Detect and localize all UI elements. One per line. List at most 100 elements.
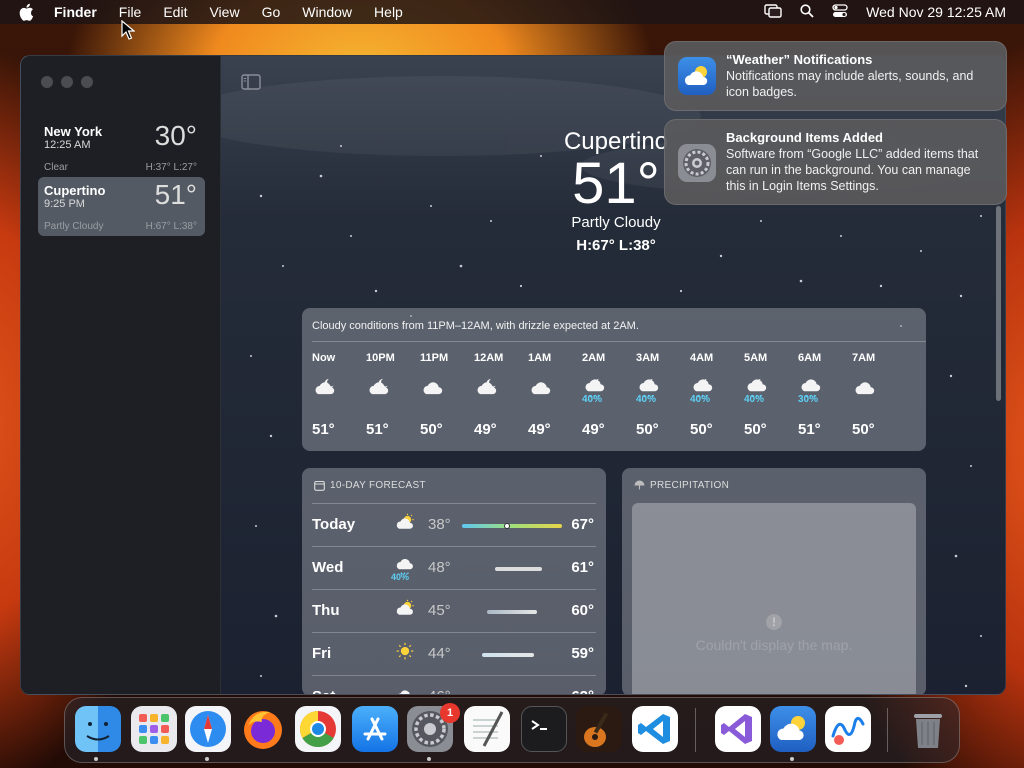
map-error-message: Couldn't display the map. bbox=[695, 637, 853, 653]
forecast-low: 46° bbox=[428, 688, 451, 694]
hour-temperature: 50° bbox=[690, 421, 713, 438]
textedit-dock-icon[interactable] bbox=[464, 706, 510, 752]
hourly-forecast-panel[interactable]: Cloudy conditions from 11PM–12AM, with d… bbox=[302, 308, 926, 451]
running-indicator bbox=[94, 757, 98, 761]
city-high-low: H:67° L:38° bbox=[145, 221, 197, 232]
partly-cloudy-night-icon bbox=[312, 376, 338, 398]
window-controls bbox=[41, 76, 93, 88]
forecast-day-row[interactable]: Wed 40% 48° 61° bbox=[312, 546, 596, 589]
hour-label: 12AM bbox=[474, 352, 504, 364]
temperature-range-bar bbox=[462, 653, 562, 657]
forecast-day-row[interactable]: Fri 44° 59° bbox=[312, 632, 596, 675]
app-store-dock-icon[interactable] bbox=[352, 706, 398, 752]
precipitation-map[interactable]: ! Couldn't display the map. bbox=[632, 503, 916, 694]
city-card-cupertino[interactable]: Cupertino 9:25 PM 51° Partly Cloudy H:67… bbox=[38, 177, 205, 236]
city-condition: Clear bbox=[44, 162, 68, 173]
hour-temperature: 51° bbox=[798, 421, 821, 438]
hour-label: 6AM bbox=[798, 352, 822, 364]
firefox-dock-icon[interactable] bbox=[240, 706, 286, 752]
cloud-icon bbox=[394, 685, 416, 694]
settings-app-icon bbox=[678, 144, 716, 182]
hour-precip-chance: 40% bbox=[744, 394, 765, 405]
precipitation-panel[interactable]: PRECIPITATION ! Couldn't display the map… bbox=[622, 468, 926, 694]
city-card-new-york[interactable]: New York 12:25 AM 30° Clear H:37° L:27° bbox=[38, 118, 205, 177]
spotlight-search-icon[interactable] bbox=[800, 3, 814, 21]
umbrella-icon bbox=[634, 480, 645, 490]
hourly-forecast-item: 4AM 40% 50° bbox=[690, 352, 730, 438]
freeform-dock-icon[interactable] bbox=[825, 706, 871, 752]
current-high-low: H:67° L:38° bbox=[576, 237, 656, 254]
hour-label: 4AM bbox=[690, 352, 714, 364]
forecast-day-name: Today bbox=[312, 516, 356, 533]
partly-cloudy-night-icon bbox=[366, 376, 392, 398]
menu-view[interactable]: View bbox=[209, 4, 239, 20]
weather-app-icon bbox=[678, 57, 716, 95]
close-window-button[interactable] bbox=[41, 76, 53, 88]
hour-precip-chance: 40% bbox=[636, 394, 657, 405]
forecast-day-name: Wed bbox=[312, 559, 344, 576]
ten-day-forecast-panel[interactable]: 10-DAY FORECAST Today 38° 67° Wed 40% 48° 61° T… bbox=[302, 468, 606, 694]
menu-window[interactable]: Window bbox=[302, 4, 352, 20]
menu-go[interactable]: Go bbox=[262, 4, 281, 20]
forecast-day-row[interactable]: Thu 45° 60° bbox=[312, 589, 596, 632]
vscode-dock-icon[interactable] bbox=[632, 706, 678, 752]
scrollbar[interactable] bbox=[996, 206, 1001, 401]
hour-label: 3AM bbox=[636, 352, 660, 364]
forecast-title-text: 10-DAY FORECAST bbox=[330, 480, 426, 491]
trash-dock-icon[interactable] bbox=[905, 706, 951, 752]
city-condition: Partly Cloudy bbox=[44, 221, 104, 232]
minimize-window-button[interactable] bbox=[61, 76, 73, 88]
menu-app-name[interactable]: Finder bbox=[54, 4, 97, 20]
precipitation-title: PRECIPITATION bbox=[634, 480, 729, 491]
hour-precip-chance: 30% bbox=[798, 394, 819, 405]
finder-dock-icon[interactable] bbox=[75, 706, 121, 752]
hourly-forecast-item: 12AM 49° bbox=[474, 352, 514, 438]
precipitation-title-text: PRECIPITATION bbox=[650, 480, 730, 491]
city-temperature: 51° bbox=[154, 179, 197, 210]
partly-sunny-icon bbox=[394, 599, 416, 621]
menu-help[interactable]: Help bbox=[374, 4, 403, 20]
control-center-icon[interactable] bbox=[832, 3, 848, 21]
city-high-low: H:37° L:27° bbox=[145, 162, 197, 173]
background-items-notification[interactable]: Background Items Added Software from “Go… bbox=[664, 119, 1007, 205]
safari-dock-icon[interactable] bbox=[185, 706, 231, 752]
forecast-day-name: Thu bbox=[312, 602, 340, 619]
hourly-forecast-item: 1AM 49° bbox=[528, 352, 568, 438]
current-temp-marker bbox=[504, 523, 510, 529]
forecast-day-row[interactable]: Sat 46° 62° bbox=[312, 675, 596, 694]
forecast-high: 59° bbox=[571, 645, 594, 662]
zoom-window-button[interactable] bbox=[81, 76, 93, 88]
terminal-dock-icon[interactable] bbox=[521, 706, 567, 752]
mouse-pointer-icon bbox=[121, 19, 136, 45]
chrome-dock-icon[interactable] bbox=[295, 706, 341, 752]
hour-label: 2AM bbox=[582, 352, 606, 364]
screen-mirroring-icon[interactable] bbox=[764, 3, 782, 21]
apple-menu-icon[interactable] bbox=[18, 3, 36, 21]
city-name: New York bbox=[44, 124, 103, 139]
temperature-range-bar bbox=[462, 610, 562, 614]
hour-temperature: 51° bbox=[366, 421, 389, 438]
running-indicator bbox=[427, 757, 431, 761]
forecast-day-row[interactable]: Today 38° 67° bbox=[312, 503, 596, 546]
running-indicator bbox=[205, 757, 209, 761]
sidebar-toggle-icon[interactable] bbox=[241, 74, 261, 95]
hour-label: 10PM bbox=[366, 352, 395, 364]
launchpad-dock-icon[interactable] bbox=[131, 706, 177, 752]
notification-body: Notifications may include alerts, sounds… bbox=[726, 69, 974, 99]
hour-precip-chance: 40% bbox=[582, 394, 603, 405]
hourly-forecast-item: 5AM 40% 50° bbox=[744, 352, 784, 438]
forecast-low: 38° bbox=[428, 516, 451, 533]
hour-temperature: 50° bbox=[636, 421, 659, 438]
weather-dock-icon[interactable] bbox=[770, 706, 816, 752]
current-condition: Partly Cloudy bbox=[571, 214, 661, 231]
visual-studio-dock-icon[interactable] bbox=[715, 706, 761, 752]
dock-separator bbox=[887, 708, 888, 752]
menu-edit[interactable]: Edit bbox=[163, 4, 187, 20]
garageband-dock-icon[interactable] bbox=[576, 706, 622, 752]
hourly-forecast-item: 3AM 40% 50° bbox=[636, 352, 676, 438]
menu-file[interactable]: File bbox=[119, 4, 142, 20]
menu-bar-clock[interactable]: Wed Nov 29 12:25 AM bbox=[866, 4, 1006, 20]
cloud-icon bbox=[420, 376, 446, 398]
hour-label: 11PM bbox=[420, 352, 449, 364]
weather-notification[interactable]: “Weather” Notifications Notifications ma… bbox=[664, 41, 1007, 111]
